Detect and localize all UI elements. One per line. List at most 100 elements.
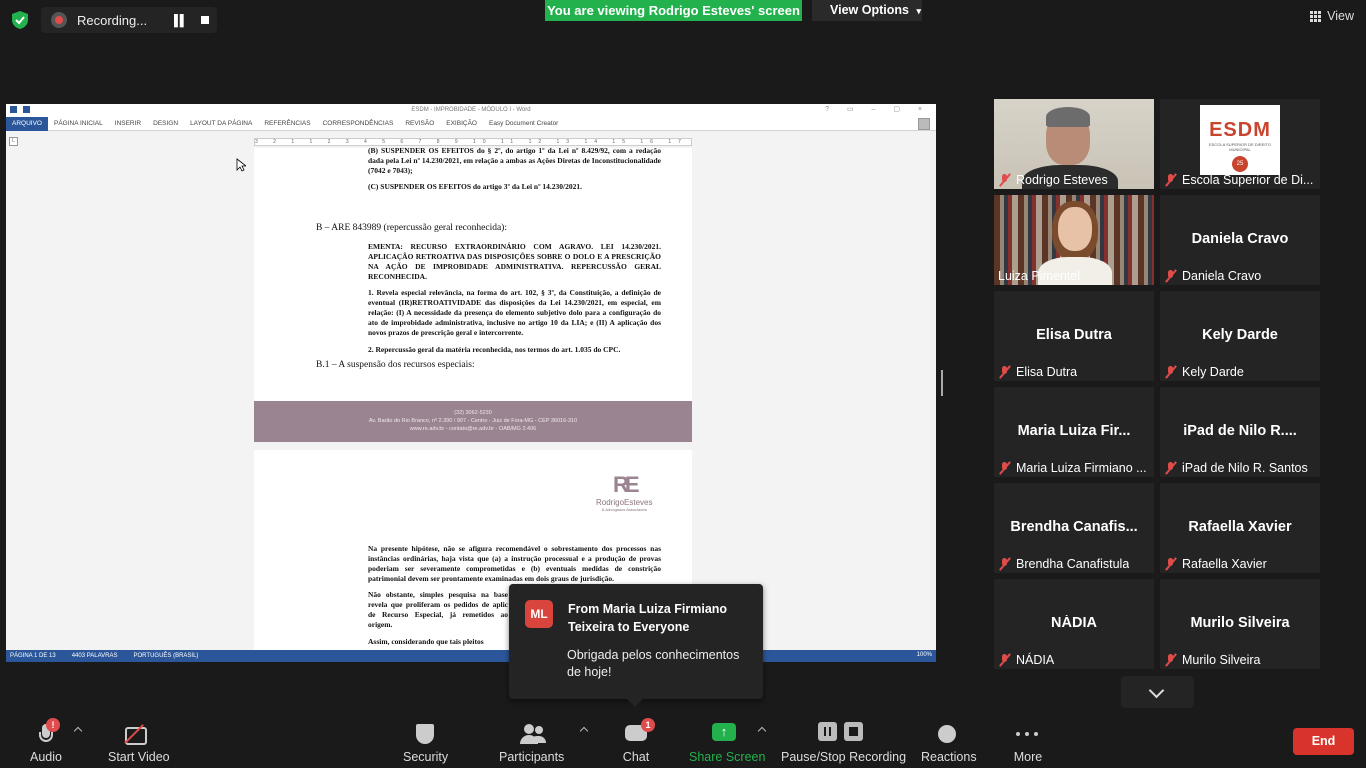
end-meeting-button[interactable]: End	[1293, 728, 1354, 755]
mic-muted-icon	[1164, 557, 1178, 571]
reactions-label: Reactions	[921, 750, 977, 764]
share-screen-label: Share Screen	[689, 750, 766, 764]
document-page: (B) SUSPENDER OS EFEITOS do § 2º, do art…	[254, 146, 692, 442]
view-options-label: View Options	[830, 3, 909, 17]
view-button[interactable]: View	[1310, 9, 1354, 23]
word-tab: REVISÃO	[405, 120, 435, 127]
participant-name: Brendha Canafistula	[1016, 557, 1130, 571]
participant-tile[interactable]: Luiza Pimentel	[994, 195, 1154, 285]
participants-button[interactable]: Participants	[499, 722, 565, 764]
participant-tile[interactable]: Maria Luiza Fir... Maria Luiza Firmiano …	[994, 387, 1154, 477]
chevron-down-icon: ▾	[916, 6, 921, 16]
grid-view-icon	[1310, 10, 1322, 22]
word-tab: DESIGN	[153, 120, 179, 127]
participant-label: Elisa Dutra	[998, 364, 1077, 380]
gallery-next-page-chevron-icon[interactable]	[1121, 676, 1194, 708]
mic-muted-icon	[998, 461, 1012, 475]
mic-muted-icon	[1164, 653, 1178, 667]
participants-options-caret-icon[interactable]	[579, 726, 589, 736]
participant-tile[interactable]: Elisa Dutra Elisa Dutra	[994, 291, 1154, 381]
view-options-button[interactable]: View Options ▾	[812, 0, 922, 21]
shared-screen[interactable]: ESDM - IMPROBIDADE - MÓDULO I - Word ? ▭…	[6, 104, 936, 662]
participants-label: Participants	[499, 750, 565, 764]
share-screen-options-caret-icon[interactable]	[757, 726, 767, 736]
word-ribbon-tabs: ARQUIVO PÁGINA INICIAL INSERIR DESIGN LA…	[6, 116, 936, 131]
pause-icon	[818, 722, 837, 741]
participant-display-name: Maria Luiza Fir...	[1017, 423, 1131, 439]
participant-display-name: Murilo Silveira	[1190, 615, 1290, 631]
security-button[interactable]: Security	[403, 722, 448, 764]
mic-muted-icon	[1164, 173, 1178, 187]
participant-display-name: NÁDIA	[1051, 615, 1097, 631]
viewing-screen-banner: You are viewing Rodrigo Esteves' screen	[545, 0, 802, 21]
footer-line: www.re.adv.br - contato@re.adv.br - OAB/…	[409, 426, 537, 432]
start-video-button[interactable]: Start Video	[108, 722, 170, 764]
share-screen-button[interactable]: Share Screen	[689, 722, 766, 764]
participant-label: iPad de Nilo R. Santos	[1164, 460, 1308, 476]
participant-name: Rafaella Xavier	[1182, 557, 1267, 571]
ellipsis-icon	[1016, 722, 1040, 746]
smiley-icon	[936, 722, 958, 746]
participant-name: Escola Superior de Di...	[1182, 173, 1314, 187]
more-button[interactable]: More	[1013, 722, 1043, 764]
logo-name: RodrigoEsteves	[596, 498, 653, 507]
participant-tile[interactable]: Rodrigo Esteves	[994, 99, 1154, 189]
participant-name: Murilo Silveira	[1182, 653, 1261, 667]
participant-name: Kely Darde	[1182, 365, 1244, 379]
mic-muted-icon	[1164, 269, 1178, 283]
doc-paragraph: 2. Repercussão geral da matéria reconhec…	[368, 345, 621, 354]
firm-logo: RE RodrigoEsteves & Advogados Associados	[596, 472, 652, 512]
participant-tile[interactable]: Murilo Silveira Murilo Silveira	[1160, 579, 1320, 669]
word-title-bar: ESDM - IMPROBIDADE - MÓDULO I - Word ? ▭…	[6, 104, 936, 117]
esdm-logo-title: ESDM	[1209, 119, 1271, 141]
participant-label: Escola Superior de Di...	[1164, 172, 1313, 188]
mic-muted-icon	[998, 653, 1012, 667]
participant-label: Rafaella Xavier	[1164, 556, 1267, 572]
chat-label: Chat	[622, 750, 650, 764]
more-label: More	[1013, 750, 1043, 764]
tab-selector: L	[9, 137, 18, 146]
doc-heading: B – ARE 843989 (repercussão geral reconh…	[316, 223, 507, 233]
participant-tile[interactable]: Daniela Cravo Daniela Cravo	[1160, 195, 1320, 285]
participant-tile[interactable]: iPad de Nilo R.... iPad de Nilo R. Santo…	[1160, 387, 1320, 477]
logo-sub: & Advogados Associados	[601, 507, 647, 512]
participant-tile[interactable]: NÁDIA NÁDIA	[994, 579, 1154, 669]
encryption-shield-icon[interactable]	[10, 10, 30, 30]
word-title: ESDM - IMPROBIDADE - MÓDULO I - Word	[411, 107, 531, 113]
doc-paragraph: Assim, considerando que tais pleitos	[368, 637, 484, 646]
participant-tile[interactable]: Brendha Canafis... Brendha Canafistula	[994, 483, 1154, 573]
participant-name: Elisa Dutra	[1016, 365, 1078, 379]
footer-line: Av. Barão do Rio Branco, nº 2.390 / 907 …	[368, 418, 578, 424]
participant-name: Daniela Cravo	[1182, 269, 1262, 283]
panel-splitter-handle[interactable]	[941, 370, 943, 396]
participant-tile[interactable]: Kely Darde Kely Darde	[1160, 291, 1320, 381]
language: PORTUGUÊS (BRASIL)	[133, 653, 199, 659]
doc-paragraph: (C) SUSPENDER OS EFEITOS do artigo 3º da…	[368, 182, 583, 191]
audio-options-caret-icon[interactable]	[73, 726, 83, 736]
sender-avatar: ML	[525, 600, 553, 628]
stop-recording-icon[interactable]	[201, 16, 209, 24]
pause-stop-icon	[818, 722, 864, 746]
chat-notification[interactable]: ML From Maria Luiza Firmiano Teixeira to…	[509, 584, 763, 707]
recording-label: Recording...	[77, 12, 148, 28]
word-tab: REFERÊNCIAS	[264, 120, 311, 127]
participant-name: Rodrigo Esteves	[1016, 173, 1108, 187]
pause-recording-icon[interactable]: ▌▌	[174, 15, 188, 27]
doc-paragraph: Não obstante, simples pesquisa na base r…	[368, 590, 508, 629]
window-controls: ? ▭ – ▢ ×	[825, 106, 930, 113]
footer-line: (32) 3062-5230	[454, 410, 492, 416]
participant-display-name: iPad de Nilo R....	[1183, 423, 1297, 439]
security-shield-icon	[416, 722, 434, 746]
doc-paragraph: Na presente hipótese, não se afigura rec…	[368, 544, 661, 583]
doc-paragraph: (B) SUSPENDER OS EFEITOS do § 2º, do art…	[368, 146, 661, 175]
doc-paragraph: 1. Revela especial relevância, na forma …	[368, 288, 661, 337]
mic-muted-icon	[998, 173, 1012, 187]
participant-label: Maria Luiza Firmiano ...	[998, 460, 1147, 476]
participant-tile[interactable]: Rafaella Xavier Rafaella Xavier	[1160, 483, 1320, 573]
share-screen-arrow-icon	[712, 722, 736, 746]
video-off-icon	[125, 722, 151, 746]
audio-label: Audio	[30, 750, 62, 764]
pause-stop-recording-button[interactable]: Pause/Stop Recording	[781, 722, 906, 764]
reactions-button[interactable]: Reactions	[921, 722, 977, 764]
participant-tile[interactable]: ESDM ESCOLA SUPERIOR DE DIREITO MUNICIPA…	[1160, 99, 1320, 189]
